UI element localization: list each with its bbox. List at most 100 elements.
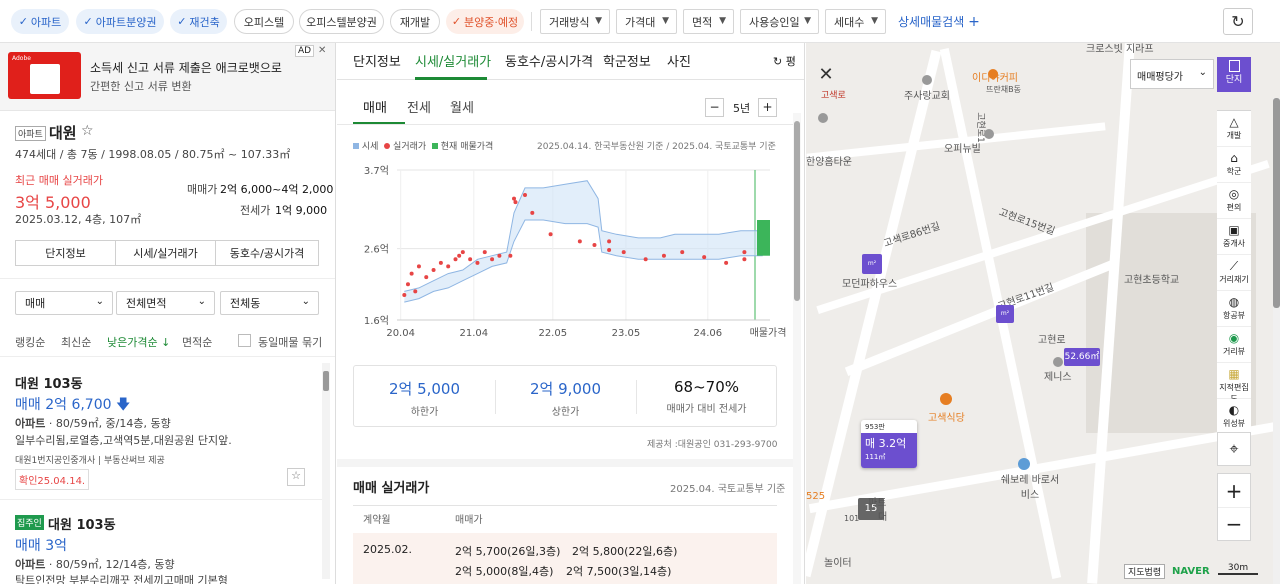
scrollbar-thumb[interactable]: [323, 371, 329, 391]
scrollbar-thumb[interactable]: [1273, 98, 1280, 308]
check-icon: ✓: [451, 15, 462, 28]
tool-convenience[interactable]: ◎ 편의: [1217, 183, 1251, 219]
map-scale: 30m: [1218, 563, 1258, 575]
select-area[interactable]: 전체면적 ⌄: [116, 291, 215, 315]
tool-streetview[interactable]: ◉ 거리뷰: [1217, 327, 1251, 363]
divider: [531, 12, 532, 31]
legend-swatch-band: [353, 143, 359, 149]
map-marker[interactable]: m²: [862, 254, 882, 274]
tool-aerial[interactable]: ◍ 항공뷰: [1217, 291, 1251, 327]
select-trade[interactable]: 매매 ⌄: [15, 291, 113, 315]
period-minus-button[interactable]: −: [705, 98, 724, 117]
zoom-in-button[interactable]: +: [1218, 474, 1250, 508]
subtab-sale[interactable]: 매매: [363, 97, 387, 116]
ad-close-icon[interactable]: ✕: [318, 45, 326, 56]
favorite-star-icon[interactable]: ☆: [81, 123, 94, 139]
listing-item[interactable]: 대원 103동 매매 2억 6,700 🡇 아파트 · 80/59㎡, 중/14…: [0, 357, 330, 497]
crosshair-icon: ⌖: [1229, 439, 1239, 458]
sort-area[interactable]: 면적순: [182, 334, 212, 350]
check-icon: ✓: [18, 15, 28, 28]
jeonse-price: 1억 9,000: [275, 204, 328, 217]
zoom-control: + −: [1217, 473, 1251, 541]
development-icon: △: [1229, 115, 1239, 129]
dropdown-area[interactable]: 면적 ▼: [683, 9, 734, 34]
sort-lowest-price[interactable]: 낮은가격순 ↓: [107, 334, 170, 350]
tab-price-history[interactable]: 시세/실거래가: [415, 51, 491, 70]
filter-chip-presale-upcoming[interactable]: ✓ 분양중·예정: [446, 9, 524, 34]
btn-price-history[interactable]: 시세/실거래가: [115, 240, 216, 266]
map-price-select[interactable]: 매매평당가 ⌄: [1130, 59, 1214, 89]
recent-price-detail: 2025.03.12, 4층, 107㎡: [15, 213, 142, 226]
tab-photos[interactable]: 사진: [667, 51, 691, 70]
btn-complex-info[interactable]: 단지정보: [15, 240, 116, 266]
data-point: [438, 260, 443, 265]
filter-chip-apartment-presale[interactable]: ✓ 아파트분양권: [76, 9, 164, 34]
scrollbar[interactable]: [1273, 98, 1280, 584]
listing-item[interactable]: 집주인 대원 103동 매매 3억 아파트 · 80/59㎡, 12/14층, …: [0, 500, 330, 584]
map-marker-main[interactable]: 953판 매 3.2억 111㎡: [861, 420, 917, 468]
scrollbar[interactable]: [322, 363, 330, 579]
group-checkbox[interactable]: [238, 334, 251, 347]
my-location-button[interactable]: ⌖: [1217, 432, 1251, 466]
legend-label: 현재 매물가격: [440, 142, 494, 152]
map-marker-area[interactable]: 52.66㎡: [1064, 348, 1100, 366]
ad-badge: AD: [295, 45, 315, 57]
car-service-icon: [1018, 458, 1030, 470]
tool-agent[interactable]: ▣ 중개사: [1217, 219, 1251, 255]
close-detail-icon[interactable]: ✕: [814, 63, 838, 87]
series-band-area: [404, 180, 763, 303]
dropdown-households[interactable]: 세대수 ▼: [825, 9, 886, 34]
filter-chip-officetel-presale[interactable]: 오피스텔분양권: [299, 9, 384, 34]
ad-banner[interactable]: Adobe 소득세 신고 서류 제출은 애크로뱃으로 간편한 신고 서류 변환 …: [0, 43, 335, 111]
dropdown-trade-type[interactable]: 거래방식 ▼: [540, 9, 610, 34]
confirm-date-badge: 확인25.04.14.: [15, 469, 90, 490]
favorite-star-icon[interactable]: ☆: [287, 468, 305, 486]
subtab-monthly[interactable]: 월세: [450, 97, 474, 116]
zoom-out-button[interactable]: −: [1218, 508, 1250, 541]
tab-complex-info[interactable]: 단지정보: [353, 51, 401, 70]
naver-logo: NAVER: [1172, 566, 1210, 577]
school-icon: ⌂: [1230, 151, 1238, 165]
cadastral-icon: ▦: [1228, 367, 1240, 381]
legend-label: 시세: [361, 142, 379, 152]
chip-label: 아파트: [30, 15, 62, 29]
scrollbar[interactable]: [793, 113, 801, 584]
tool-ruler[interactable]: ⟋ 거리재기: [1217, 255, 1251, 291]
tab-school[interactable]: 학군정보: [603, 51, 651, 70]
data-point: [548, 232, 553, 237]
data-point: [522, 193, 527, 197]
detail-search-link[interactable]: 상세매물검색 +: [898, 13, 980, 30]
dropdown-approval-date[interactable]: 사용승인일 ▼: [740, 9, 819, 34]
map-marker[interactable]: m²: [996, 305, 1014, 323]
filter-chip-apartment[interactable]: ✓ 아파트: [11, 9, 69, 34]
data-point: [512, 196, 517, 201]
data-point: [402, 293, 407, 297]
sort-ranking[interactable]: 랭킹순: [15, 334, 45, 350]
complex-toggle-button[interactable]: 단지: [1217, 57, 1251, 92]
filter-chip-redevelopment[interactable]: 재개발: [390, 9, 440, 34]
period-plus-button[interactable]: +: [758, 98, 777, 117]
btn-unit-price[interactable]: 동호수/공시가격: [215, 240, 319, 266]
data-point: [508, 253, 513, 258]
tab-unit-price[interactable]: 동호수/공시가격: [505, 51, 593, 70]
tool-satellite[interactable]: ◐ 위성뷰: [1217, 399, 1251, 435]
sort-latest[interactable]: 최신순: [61, 334, 91, 350]
subtab-jeonse[interactable]: 전세: [407, 97, 431, 116]
map-view[interactable]: 크로스빗 지라프 이디야커피 뜨란채B동 주사랑교회 한양홈타운 오피뉴빌 고색…: [806, 43, 1280, 584]
refresh-button[interactable]: ↻: [1223, 8, 1253, 35]
scrollbar-thumb[interactable]: [794, 121, 800, 301]
tool-cadastral[interactable]: ▦지적편집도: [1217, 363, 1251, 403]
map-legal-link[interactable]: 지도법령: [1124, 564, 1166, 579]
dropdown-price[interactable]: 가격대 ▼: [616, 9, 677, 34]
building-icon: [818, 113, 828, 123]
unit-toggle[interactable]: ↻ 평: [773, 53, 796, 69]
filter-chip-reconstruction[interactable]: ✓ 재건축: [170, 9, 227, 34]
tool-development[interactable]: △ 개발: [1217, 111, 1251, 147]
tool-school[interactable]: ⌂ 학군: [1217, 147, 1251, 183]
plus-icon: +: [1225, 479, 1243, 503]
series-band-lower-line: [404, 219, 763, 303]
church-icon: [922, 75, 932, 85]
filter-bar: ✓ 아파트 ✓ 아파트분양권 ✓ 재건축 오피스텔 오피스텔분양권 재개발 ✓ 분양중·…: [0, 0, 1280, 43]
select-building[interactable]: 전체동 ⌄: [220, 291, 319, 315]
filter-chip-officetel[interactable]: 오피스텔: [234, 9, 294, 34]
